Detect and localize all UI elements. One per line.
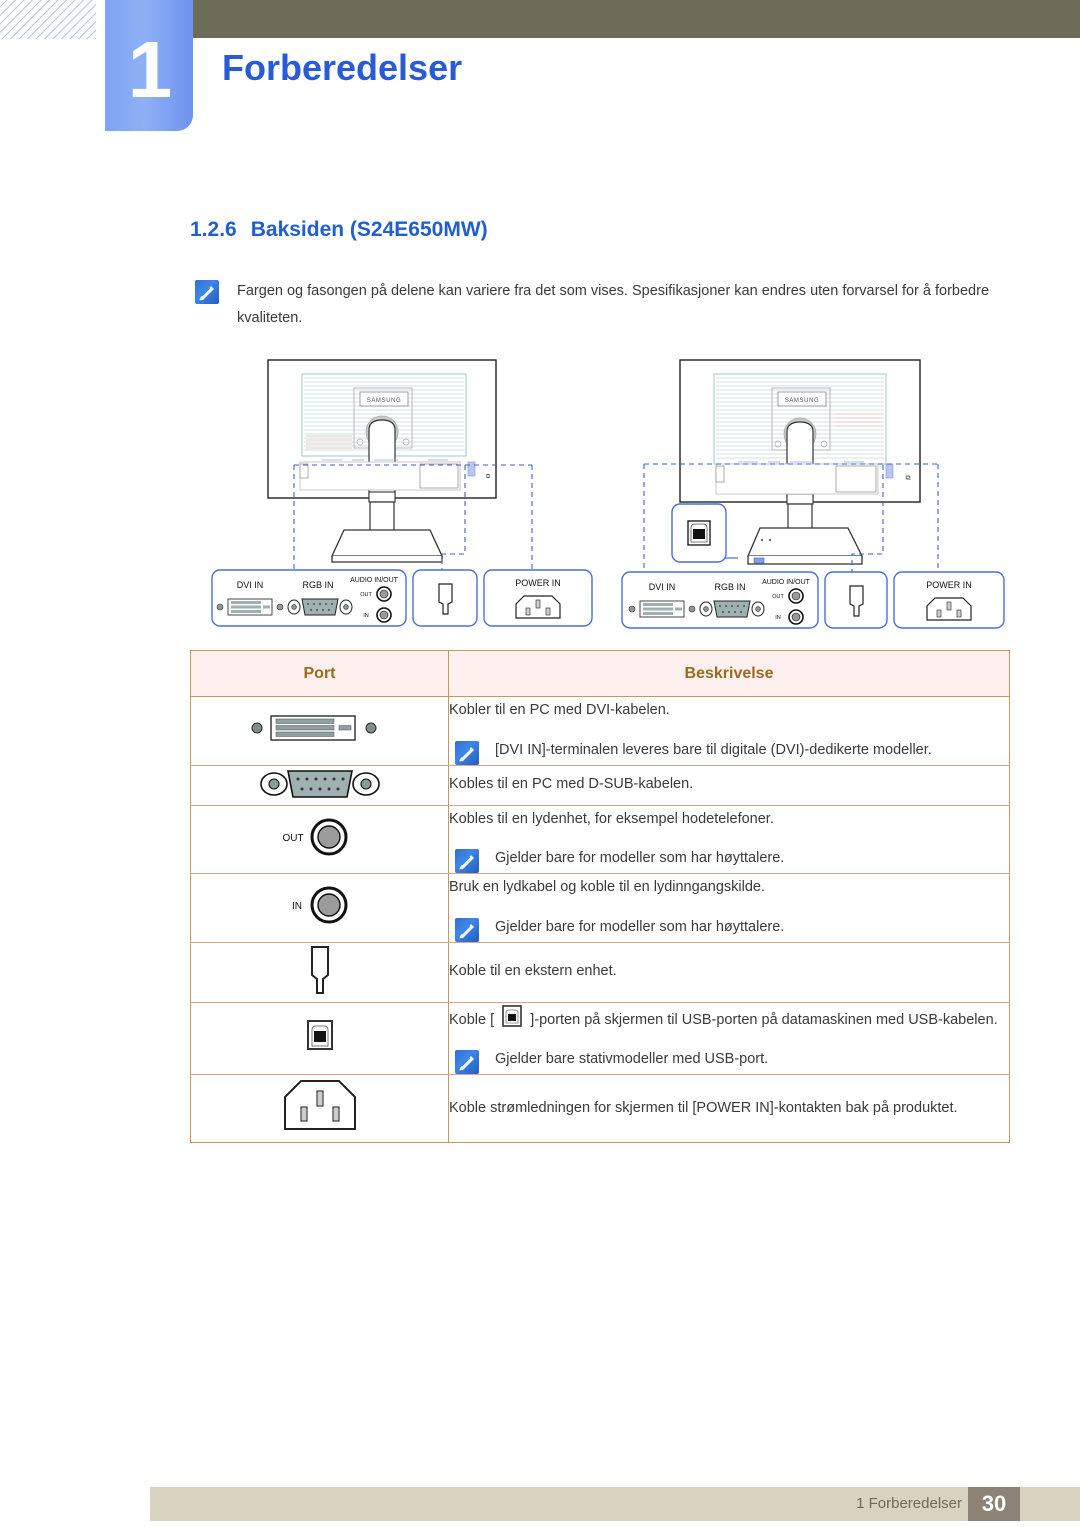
footer-text: 1 Forberedelser (856, 1495, 962, 1512)
note-pen-icon (455, 849, 479, 874)
brand-label: SAMSUNG (785, 398, 820, 404)
note-pen-icon (455, 1050, 479, 1075)
port-cell: OUT (190, 804, 449, 875)
usb-b-inline-icon (502, 1004, 522, 1027)
description-text: Kobles til en lydenhet, for eksempel hod… (449, 810, 774, 827)
table-row: Koble til en ekstern enhet. (190, 941, 1010, 1003)
callout-label-power-in: POWER IN (515, 578, 561, 588)
description-text: Bruk en lydkabel og koble til en lydinng… (449, 879, 765, 896)
description-cell: Koble til en ekstern enhet. (448, 941, 1010, 1003)
section-title: Baksiden (S24E650MW) (250, 218, 488, 241)
column-header-beskrivelse: Beskrivelse (448, 650, 1010, 697)
description-cell: Koble [ ]-porten på skjermen til USB-por… (448, 1001, 1010, 1076)
sub-note: [DVI IN]-terminalen leveres bare til dig… (449, 739, 1009, 765)
port-label-out: OUT (282, 833, 303, 844)
sub-note-text: [DVI IN]-terminalen leveres bare til dig… (495, 741, 932, 758)
port-cell (190, 696, 449, 766)
note-pen-icon (455, 740, 479, 765)
d-sub-connector-icon (259, 769, 380, 798)
column-header-port: Port (190, 650, 449, 697)
monitor-rear-view-left: SAMSUNG ⧉ DVI IN RGB IN AUDIO IN/OUT OUT… (211, 359, 593, 627)
audio-out-jack-icon: OUT (282, 818, 347, 856)
table-header-row: Port Beskrivelse (190, 650, 1010, 697)
callout-label-audio: AUDIO IN/OUT (350, 577, 399, 584)
description-cell: Kobler til en PC med DVI-kabelen. [DVI I… (448, 696, 1010, 766)
usb-text-suffix: ]-porten på skjermen til USB-porten på d… (530, 1011, 998, 1028)
port-cell (190, 764, 449, 806)
description-text: Kobles til en PC med D-SUB-kabelen. (449, 776, 694, 793)
table-row: Kobles til en PC med D-SUB-kabelen. (190, 764, 1010, 806)
usb-text-prefix: Koble [ (449, 1011, 495, 1028)
table-row: OUT Kobles til en lydenhet, for eksempel… (190, 804, 1010, 875)
dvi-connector-icon (251, 715, 376, 741)
description-cell: Kobles til en PC med D-SUB-kabelen. (448, 764, 1010, 806)
sub-note-text: Gjelder bare for modeller som har høytta… (495, 918, 785, 935)
monitor-rear-view-right: SAMSUNG ⧉ DVI IN RGB IN AUDIO IN/OUT OUT… (621, 359, 1005, 629)
table-row: Kobler til en PC med DVI-kabelen. [DVI I… (190, 696, 1010, 766)
hatch-decoration (0, 0, 96, 39)
port-cell (190, 1074, 449, 1144)
svg-text:IN: IN (775, 615, 781, 621)
page-number: 30 (968, 1487, 1020, 1521)
note-pen-icon (195, 280, 219, 304)
callout-label-out: OUT (360, 592, 372, 598)
callout-label-rgb-in: RGB IN (302, 580, 333, 590)
section-heading: 1.2.6 Baksiden (S24E650MW) (190, 218, 488, 242)
note-block: Fargen og fasongen på delene kan variere… (195, 278, 995, 332)
power-inlet-icon (283, 1080, 356, 1131)
note-pen-icon (455, 917, 479, 942)
port-cell: IN (190, 873, 449, 943)
sub-note-text: Gjelder bare stativmodeller med USB-port… (495, 1051, 769, 1068)
svg-text:OUT: OUT (772, 594, 784, 600)
callout-label-dvi-in: DVI IN (237, 580, 264, 590)
section-number: 1.2.6 (190, 218, 237, 241)
diagram-area: SAMSUNG ⧉ DVI IN RGB IN AUDIO IN/OUT OUT… (190, 352, 1010, 642)
sub-note: Gjelder bare for modeller som har høytta… (449, 847, 1009, 874)
description-text: Koble til en ekstern enhet. (449, 963, 617, 980)
chapter-number-tab: 1 (105, 0, 193, 131)
document-page: 1 Forberedelser 1.2.6 Baksiden (S24E650MW… (0, 0, 1080, 1527)
usb-b-port-icon (306, 1019, 333, 1050)
svg-text:DVI IN: DVI IN (649, 582, 676, 592)
callout-label-in: IN (363, 613, 369, 619)
audio-in-jack-icon: IN (292, 886, 347, 924)
svg-text:POWER IN: POWER IN (926, 580, 972, 590)
sub-note-text: Gjelder bare for modeller som har høytta… (495, 850, 785, 867)
description-cell: Koble strømledningen for skjermen til [P… (448, 1074, 1010, 1144)
svg-text:RGB IN: RGB IN (714, 582, 745, 592)
chapter-title: Forberedelser (222, 47, 463, 88)
table-row: Koble [ ]-porten på skjermen til USB-por… (190, 1001, 1010, 1076)
brand-label: SAMSUNG (367, 398, 402, 404)
description-cell: Bruk en lydkabel og koble til en lydinng… (448, 873, 1010, 943)
table-row: Koble strømledningen for skjermen til [P… (190, 1074, 1010, 1144)
table-row: IN Bruk en lydkabel og koble til en lydi… (190, 873, 1010, 943)
chapter-number: 1 (127, 24, 172, 114)
port-cell (190, 1001, 449, 1076)
description-text: Koble [ ]-porten på skjermen til USB-por… (449, 1003, 1009, 1035)
sub-note: Gjelder bare for modeller som har høytta… (449, 916, 1009, 942)
svg-text:AUDIO IN/OUT: AUDIO IN/OUT (762, 579, 811, 586)
svg-text:⧉: ⧉ (906, 475, 911, 482)
sub-note: Gjelder bare stativmodeller med USB-port… (449, 1048, 1009, 1075)
port-cell (190, 941, 449, 1003)
svg-text:⧉: ⧉ (486, 474, 491, 480)
port-description-table: Port Beskrivelse Kobler til en PC med DV… (190, 650, 1010, 1144)
description-cell: Kobles til en lydenhet, for eksempel hod… (448, 804, 1010, 875)
description-text: Koble strømledningen for skjermen til [P… (449, 1099, 958, 1116)
external-device-port-icon (310, 945, 329, 994)
description-text: Kobler til en PC med DVI-kabelen. (449, 702, 670, 718)
port-label-in: IN (292, 901, 302, 912)
header-bar (193, 0, 1080, 38)
note-text: Fargen og fasongen på delene kan variere… (237, 283, 990, 326)
